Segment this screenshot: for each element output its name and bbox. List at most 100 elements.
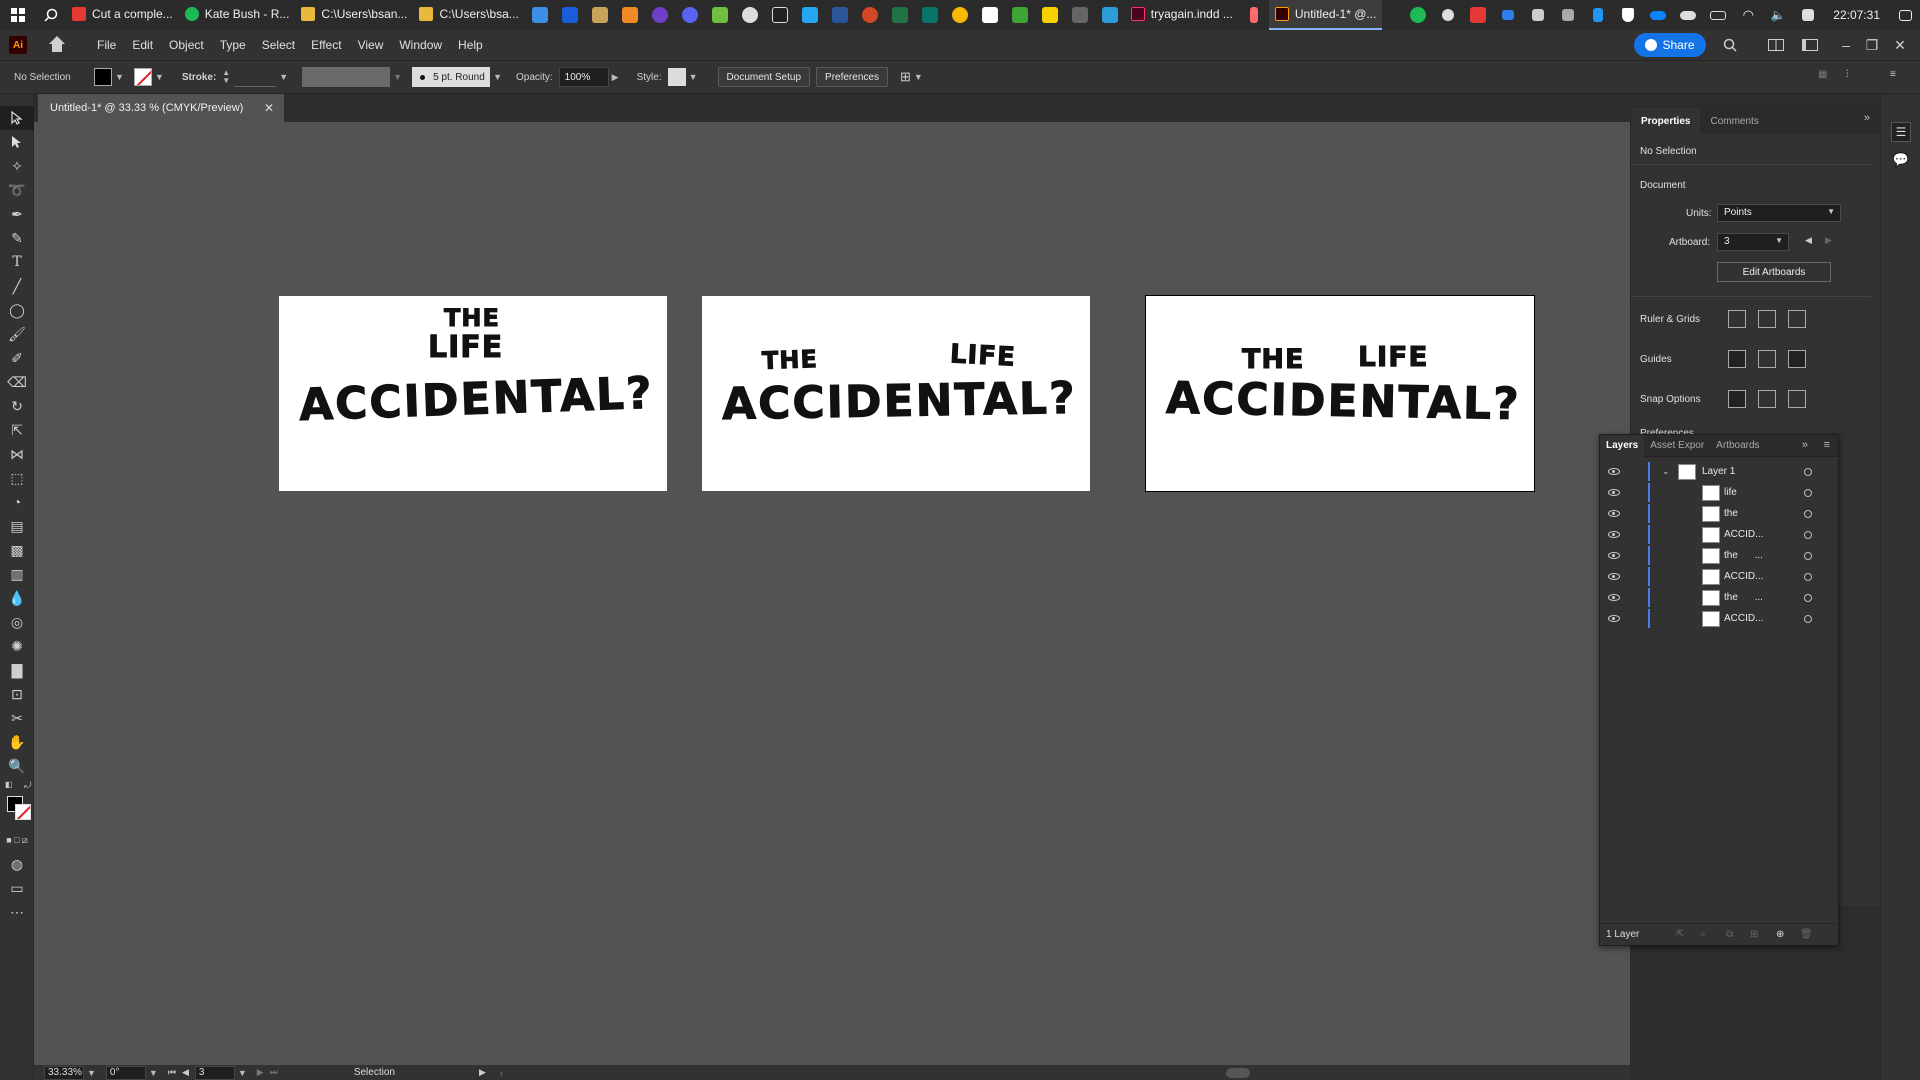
curvature-tool-icon[interactable]: ✎ — [0, 226, 34, 250]
artboard-2[interactable]: THE LIFE ACCIDENTAL? — [702, 296, 1090, 491]
layer-row-item[interactable]: the ... — [1600, 545, 1838, 566]
shaper-tool-icon[interactable]: ✐ — [0, 346, 34, 370]
target-circle-icon[interactable] — [1804, 488, 1812, 497]
last-artboard-icon[interactable]: ⏭ — [270, 1067, 278, 1078]
defender-icon[interactable] — [1613, 0, 1643, 30]
snap-to-pixel-icon[interactable] — [1788, 390, 1806, 408]
edit-toolbar-icon[interactable]: ⋯ — [0, 900, 34, 924]
paintbrush-tool-icon[interactable]: 🖌 — [0, 322, 34, 346]
eraser-tool-icon[interactable]: ⌫ — [0, 370, 34, 394]
snap-to-grid-icon[interactable] — [1758, 390, 1776, 408]
edit-artboards-button[interactable]: Edit Artboards — [1717, 262, 1831, 282]
show-guides-icon[interactable] — [1728, 350, 1746, 368]
screen-mode-icon[interactable]: ▭ — [0, 876, 34, 900]
mail-icon[interactable] — [525, 0, 555, 30]
clock[interactable]: 22:07:31 — [1823, 8, 1890, 22]
layer-row-item[interactable]: the ... — [1600, 587, 1838, 608]
grid-icon[interactable] — [1758, 310, 1776, 328]
ellipse-tool-icon[interactable]: ◯ — [0, 298, 34, 322]
fill-stroke-widget[interactable]: ◧ ⤾ — [0, 778, 33, 828]
previous-artboard-icon[interactable]: ◀ — [182, 1067, 189, 1078]
text-the[interactable]: THE — [1241, 344, 1304, 376]
bitwarden-icon[interactable] — [555, 0, 585, 30]
app-icon[interactable] — [615, 0, 645, 30]
export-icon[interactable]: ⇱ — [1676, 929, 1684, 940]
color-mode-icons[interactable]: ■ □ ⧄ — [0, 828, 34, 852]
stroke-swatch[interactable] — [15, 804, 31, 820]
search-icon[interactable] — [1716, 30, 1744, 60]
horizontal-scrollbar-thumb[interactable] — [1226, 1068, 1250, 1078]
distribute-icon[interactable]: ⫶ — [1846, 69, 1849, 80]
rotate-tool-icon[interactable]: ↻ — [0, 394, 34, 418]
search-icon[interactable] — [36, 0, 66, 30]
visibility-eye-icon[interactable] — [1608, 468, 1620, 475]
line-tool-icon[interactable]: ╱ — [0, 274, 34, 298]
visibility-eye-icon[interactable] — [1608, 489, 1620, 496]
taskbar-app-explorer-1[interactable]: C:\Users\bsan... — [295, 0, 413, 30]
transparency-grid-icon[interactable] — [1788, 310, 1806, 328]
document-setup-button[interactable]: Document Setup — [717, 67, 811, 87]
visibility-eye-icon[interactable] — [1608, 531, 1620, 538]
comments-panel-icon[interactable]: 💬 — [1891, 150, 1911, 170]
type-tool-icon[interactable]: T — [0, 250, 34, 274]
workspace-switcher-icon[interactable] — [1796, 30, 1824, 60]
layer-row-item[interactable]: ACCID... — [1600, 566, 1838, 587]
first-artboard-icon[interactable]: ⏮ — [168, 1067, 176, 1078]
scale-tool-icon[interactable]: ⇱ — [0, 418, 34, 442]
align-icon[interactable]: ▦ — [1818, 69, 1827, 80]
scroll-left-icon[interactable]: ‹ — [500, 1068, 503, 1078]
tab-properties[interactable]: Properties — [1631, 108, 1701, 134]
width-tool-icon[interactable]: ⋈ — [0, 442, 34, 466]
preferences-button[interactable]: Preferences — [816, 67, 888, 87]
tab-asset-export[interactable]: Asset Expor — [1644, 435, 1710, 457]
tab-artboards[interactable]: Artboards — [1710, 435, 1765, 457]
target-circle-icon[interactable] — [1804, 551, 1812, 560]
target-circle-icon[interactable] — [1804, 509, 1812, 518]
snap-to-point-icon[interactable] — [1728, 390, 1746, 408]
tray-icon[interactable] — [1523, 0, 1553, 30]
menu-select[interactable]: Select — [254, 38, 303, 52]
layer-row-item[interactable]: the — [1600, 503, 1838, 524]
taskbar-app-explorer-2[interactable]: C:\Users\bsa... — [413, 0, 524, 30]
shape-builder-tool-icon[interactable]: ◔ — [0, 490, 34, 514]
arrange-documents-icon[interactable] — [1762, 30, 1790, 60]
visibility-eye-icon[interactable] — [1608, 510, 1620, 517]
chevron-down-icon[interactable]: ▼ — [689, 72, 698, 82]
menu-window[interactable]: Window — [391, 38, 450, 52]
sticky-notes-icon[interactable] — [1035, 0, 1065, 30]
layer-row-item[interactable]: ACCID... — [1600, 608, 1838, 629]
chevron-right-icon[interactable]: ▶ — [612, 72, 619, 83]
app-icon[interactable] — [585, 0, 615, 30]
text-the[interactable]: THE — [444, 304, 500, 333]
opacity-input[interactable]: 100% — [558, 67, 609, 87]
menu-help[interactable]: Help — [450, 38, 491, 52]
restore-icon[interactable]: ❐ — [1858, 30, 1886, 60]
smart-guides-icon[interactable] — [1788, 350, 1806, 368]
next-artboard-icon[interactable]: ▶ — [257, 1067, 264, 1078]
artboard-1[interactable]: THE LIFE ACCIDENTAL? — [279, 296, 667, 491]
app-icon[interactable] — [705, 0, 735, 30]
eyedropper-tool-icon[interactable]: 💧 — [0, 586, 34, 610]
chevron-down-icon[interactable]: ▼ — [115, 72, 124, 82]
swap-colors-icon[interactable]: ⤾ — [24, 780, 32, 791]
symbol-sprayer-tool-icon[interactable]: ✺ — [0, 634, 34, 658]
menu-view[interactable]: View — [350, 38, 392, 52]
layer-row-layer-1[interactable]: ⌄ Layer 1 — [1600, 461, 1838, 482]
text-the[interactable]: THE — [761, 345, 819, 376]
units-select[interactable]: Points ▼ — [1717, 204, 1841, 222]
share-button[interactable]: Share — [1634, 33, 1706, 57]
text-life[interactable]: LIFE — [949, 339, 1017, 373]
fill-swatch[interactable] — [94, 68, 112, 86]
menu-edit[interactable]: Edit — [124, 38, 161, 52]
word-icon[interactable] — [825, 0, 855, 30]
pen-tool-icon[interactable]: ✒ — [0, 202, 34, 226]
rotate-view-select[interactable]: 0° — [105, 1065, 146, 1080]
direct-selection-tool-icon[interactable] — [0, 130, 34, 154]
onedrive-icon[interactable] — [1643, 0, 1673, 30]
artboard-select[interactable]: 3 ▼ — [1717, 233, 1789, 251]
collapse-bar[interactable] — [0, 94, 33, 106]
battery-icon[interactable] — [1703, 0, 1733, 30]
cloud-icon[interactable] — [1673, 0, 1703, 30]
menu-effect[interactable]: Effect — [303, 38, 349, 52]
app-icon[interactable] — [765, 0, 795, 30]
